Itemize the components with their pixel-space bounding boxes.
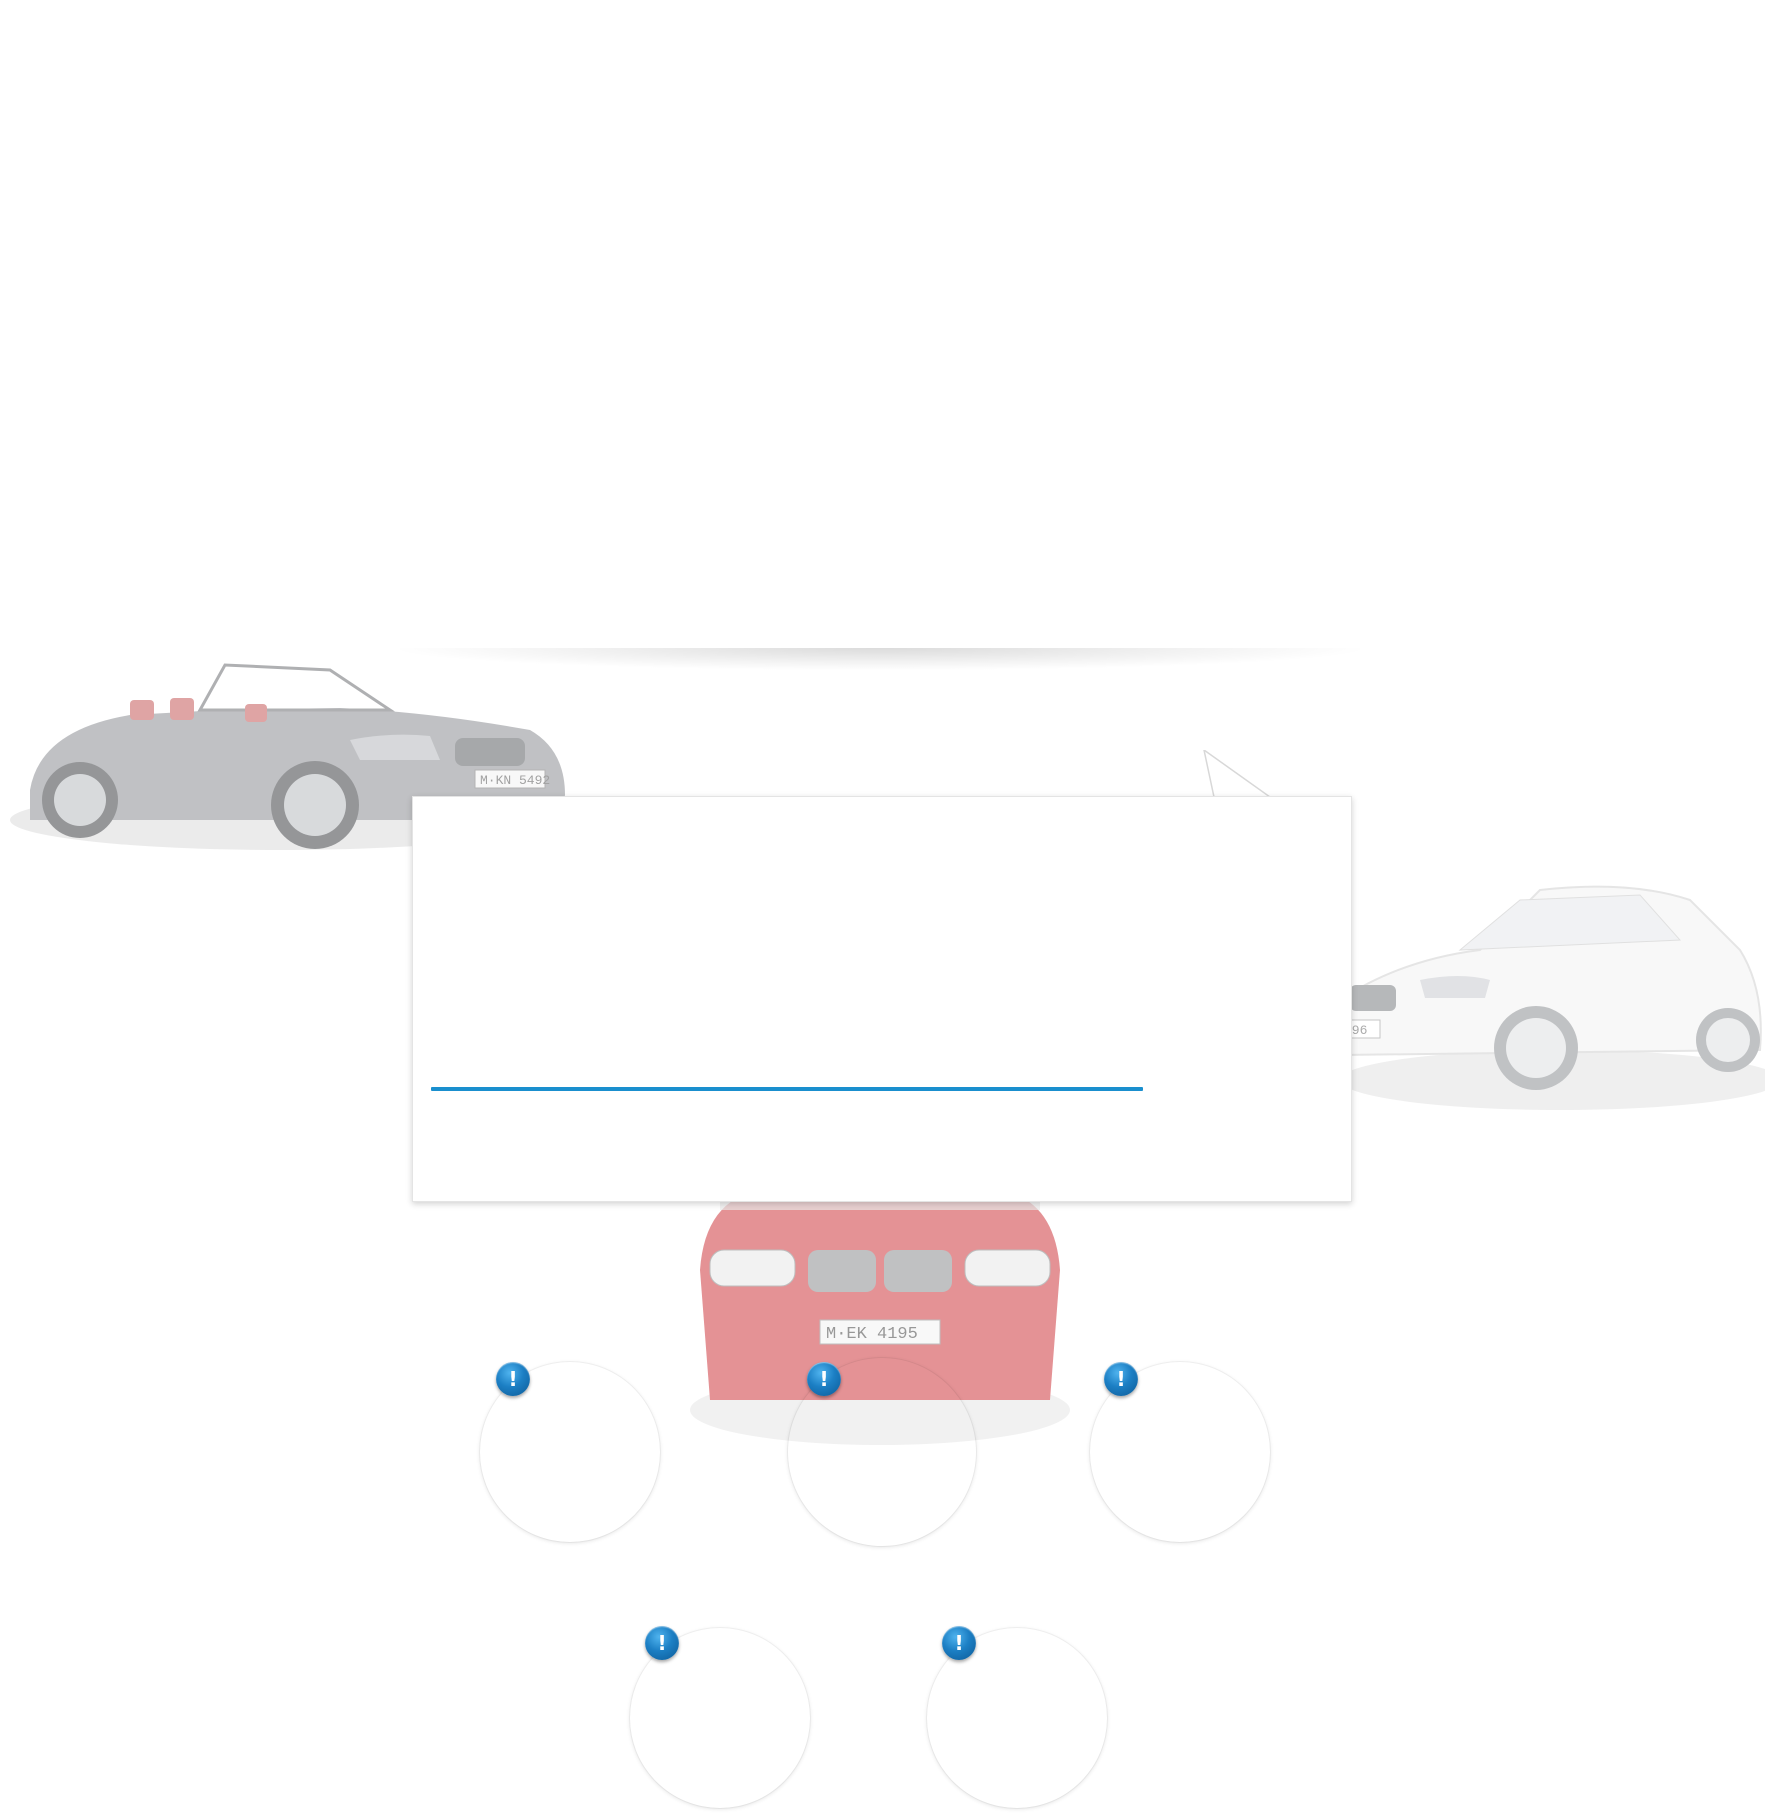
dialog-pointer — [1203, 750, 1270, 798]
info-badge-icon[interactable]: ! — [496, 1362, 530, 1396]
info-badge-icon[interactable]: ! — [1104, 1362, 1138, 1396]
dialog-progress-line — [431, 1087, 1143, 1091]
info-badge-icon[interactable]: ! — [645, 1626, 679, 1660]
info-badge-icon[interactable]: ! — [942, 1626, 976, 1660]
convertible-plate: M·KN 5492 — [480, 773, 550, 788]
red-car-plate: M·EK 4195 — [826, 1325, 918, 1344]
dialog-card — [412, 796, 1352, 1202]
info-badge-icon[interactable]: ! — [807, 1362, 841, 1396]
car-coupe-image: 396 — [1340, 885, 1765, 1110]
hero-panel — [400, 0, 1360, 660]
